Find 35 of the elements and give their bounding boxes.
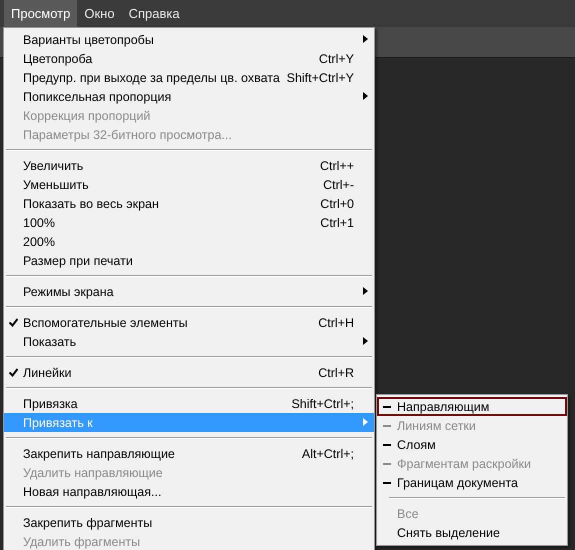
menu-item[interactable]: Вспомогательные элементы Ctrl+H [4, 313, 374, 332]
menu-item[interactable]: Направляющим [377, 397, 567, 416]
menu-bar-item[interactable]: Просмотр [4, 0, 78, 27]
menu-item[interactable]: Закрепить направляющие Alt+Ctrl+; [4, 444, 374, 463]
menu-item[interactable]: Цветопроба Ctrl+Y [4, 49, 374, 68]
menu-item[interactable]: 200% [4, 232, 374, 251]
menu-bar-item[interactable]: Окно [77, 0, 122, 27]
menu-item[interactable]: Предупр. при выходе за пределы цв. охвата Shift+Ctrl+Y [4, 68, 374, 87]
shortcut-label: Ctrl+- [323, 178, 354, 192]
menu-item[interactable]: Показать во весь экран Ctrl+0 [4, 194, 374, 213]
shortcut-label: Shift+Ctrl+; [291, 396, 354, 410]
menu-item[interactable]: Варианты цветопробы [4, 30, 374, 49]
shortcut-label: Ctrl+H [318, 316, 354, 330]
menu-item[interactable]: Размер при печати [4, 251, 374, 270]
menu-item[interactable]: Закрепить фрагменты [4, 513, 374, 532]
menu-item[interactable]: Привязка Shift+Ctrl+; [4, 394, 374, 413]
menu-item[interactable]: Попиксельная пропорция [4, 87, 374, 106]
menu-item[interactable]: Режимы экрана [4, 282, 374, 301]
menu-item[interactable]: Границам документа [377, 473, 567, 492]
menu-item[interactable]: Слоям [377, 435, 567, 454]
shortcut-label: Ctrl+Y [318, 52, 354, 66]
menu-item[interactable]: Снять выделение [377, 523, 567, 542]
menu-bar-item[interactable]: Справка [122, 0, 187, 27]
shortcut-label: Ctrl+R [318, 366, 354, 380]
menu-item[interactable]: Увеличить Ctrl++ [4, 156, 374, 175]
shortcut-label: Alt+Ctrl+; [302, 446, 354, 460]
shortcut-label: Ctrl+0 [320, 196, 354, 210]
menu-item[interactable]: Линейки Ctrl+R [4, 363, 374, 382]
shortcut-label: Shift+Ctrl+Y [286, 70, 354, 84]
shortcut-label: Ctrl++ [320, 158, 354, 172]
menu-item[interactable]: Новая направляющая... [4, 482, 374, 501]
menu-item[interactable]: Уменьшить Ctrl+- [4, 175, 374, 194]
shortcut-label: Ctrl+1 [320, 216, 354, 230]
menu-item[interactable]: 100% Ctrl+1 [4, 213, 374, 232]
menu-item[interactable]: Показать [4, 332, 374, 351]
